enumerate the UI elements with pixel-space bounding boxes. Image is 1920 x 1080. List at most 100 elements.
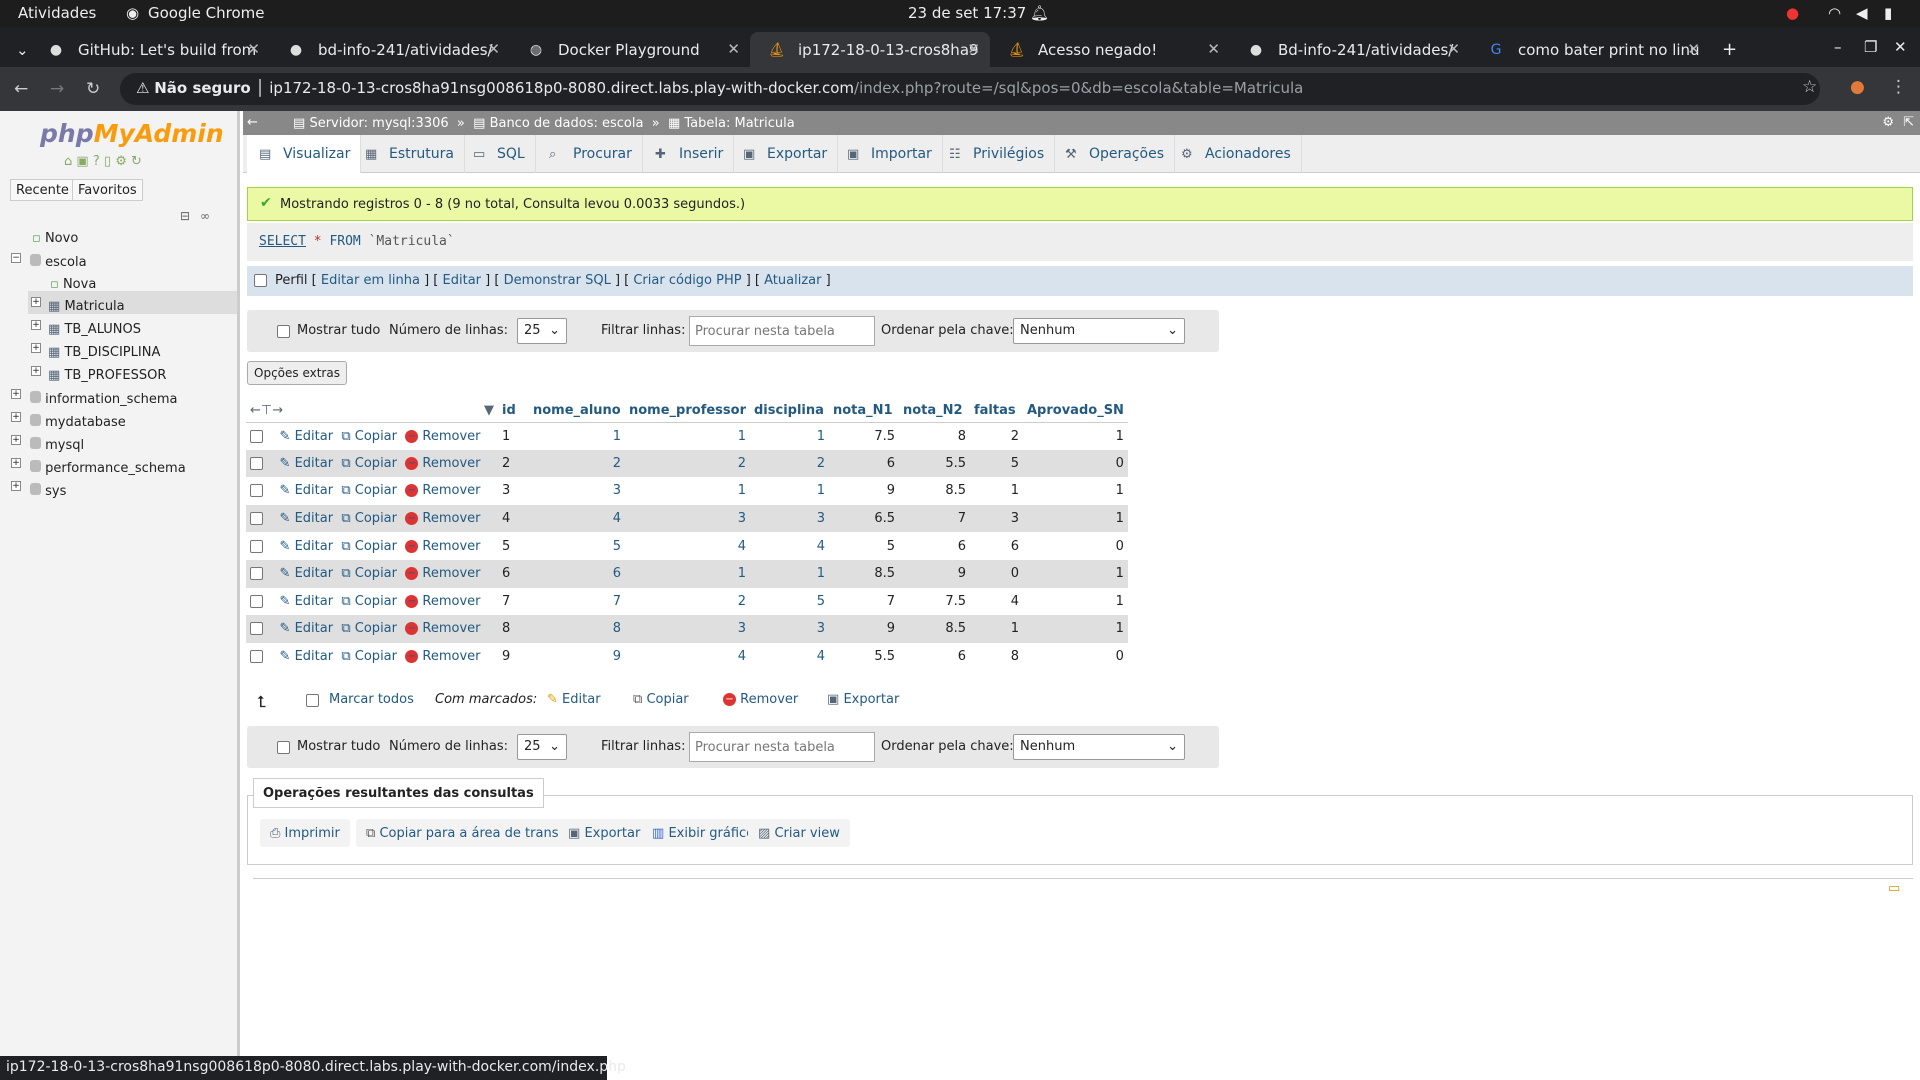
table-cell-nome-aluno[interactable]: 9	[529, 643, 625, 671]
console-icon[interactable]: ▭	[1888, 881, 1900, 896]
tab-phpmyadmin-active[interactable]: ⛵︎ ip172-18-0-13-cros8ha9 ✕	[750, 32, 990, 67]
tree-item-mysql[interactable]: mysql	[30, 437, 84, 453]
row-edit-button[interactable]: ✎ Editar	[280, 483, 334, 498]
show-chart-button[interactable]: ▥ Exibir gráfico	[642, 819, 765, 847]
link-explain-sql[interactable]: Demonstrar SQL	[504, 273, 611, 288]
wifi-icon[interactable]: ◠	[1828, 4, 1841, 22]
column-header-nome-professor[interactable]: nome_professor	[625, 400, 750, 423]
filter-input[interactable]: Procurar nesta tabela	[689, 732, 875, 762]
expand-icon[interactable]: +	[31, 320, 41, 330]
row-checkbox[interactable]	[250, 484, 263, 498]
profile-checkbox[interactable]	[254, 274, 267, 287]
close-icon[interactable]: ✕	[727, 40, 740, 58]
close-icon[interactable]: ✕	[1447, 40, 1460, 58]
check-all-checkbox[interactable]	[306, 694, 319, 707]
bulk-copy-button[interactable]: ⧉ Copiar	[633, 692, 689, 707]
active-app-label[interactable]: Google Chrome	[148, 4, 265, 22]
sql-query-box[interactable]: SELECT * FROM `Matricula`	[247, 223, 1913, 261]
table-cell-disciplina[interactable]: 4	[750, 643, 829, 671]
battery-icon[interactable]: ▮	[1884, 4, 1892, 22]
rows-select[interactable]: 25 ⌄	[517, 318, 567, 344]
tab-sql[interactable]: ▭ SQL	[461, 135, 536, 173]
row-delete-button[interactable]: − Remover	[405, 566, 481, 581]
order-select[interactable]: Nenhum ⌄	[1013, 318, 1185, 344]
link-refresh[interactable]: Atualizar	[764, 273, 821, 288]
back-icon[interactable]: ←	[14, 79, 28, 99]
tree-item-information-schema[interactable]: information_schema	[30, 391, 177, 407]
tab-estrutura[interactable]: ▦ Estrutura	[353, 135, 465, 173]
show-all-checkbox[interactable]	[277, 325, 290, 338]
tab-inserir[interactable]: ✚ Inserir	[643, 135, 735, 173]
table-cell-disciplina[interactable]: 3	[750, 504, 829, 533]
link-create-php[interactable]: Criar código PHP	[633, 273, 741, 288]
row-checkbox[interactable]	[250, 539, 263, 553]
breadcrumb-database[interactable]: Banco de dados: escola	[490, 116, 644, 131]
new-tab-button[interactable]: +	[1710, 32, 1750, 67]
table-cell-disciplina[interactable]: 5	[750, 588, 829, 616]
volume-icon[interactable]: ◀	[1856, 4, 1868, 22]
table-cell-nome-professor[interactable]: 1	[625, 477, 750, 505]
show-all-label[interactable]: Mostrar tudo	[297, 739, 380, 754]
row-delete-button[interactable]: − Remover	[405, 511, 481, 526]
expand-icon[interactable]: +	[11, 389, 21, 399]
rows-select[interactable]: 25 ⌄	[517, 734, 567, 760]
close-icon[interactable]: ✕	[487, 40, 500, 58]
row-checkbox[interactable]	[250, 594, 263, 608]
row-edit-button[interactable]: ✎ Editar	[280, 511, 334, 526]
row-copy-button[interactable]: ⧉ Copiar	[341, 429, 397, 444]
tab-docker[interactable]: ◍ Docker Playground ✕	[510, 32, 750, 67]
row-copy-button[interactable]: ⧉ Copiar	[341, 456, 397, 471]
check-all-label[interactable]: Marcar todos	[329, 692, 414, 707]
order-select[interactable]: Nenhum ⌄	[1013, 734, 1185, 760]
row-checkbox[interactable]	[250, 512, 263, 526]
tab-acesso-negado[interactable]: ⛵︎ Acesso negado! ✕	[990, 32, 1230, 67]
arrows-icon[interactable]: ←⊤→	[250, 403, 283, 418]
table-cell-nome-professor[interactable]: 2	[625, 588, 750, 616]
column-header-faltas[interactable]: faltas	[970, 400, 1023, 423]
table-cell-nome-aluno[interactable]: 4	[529, 504, 625, 533]
tab-operacoes[interactable]: ⚒ Operações	[1053, 135, 1176, 173]
row-checkbox[interactable]	[250, 456, 263, 470]
table-cell-nome-aluno[interactable]: 6	[529, 559, 625, 588]
bulk-edit-button[interactable]: ✎ Editar	[547, 692, 601, 707]
row-checkbox[interactable]	[250, 567, 263, 581]
row-copy-button[interactable]: ⧉ Copiar	[341, 566, 397, 581]
more-menu-icon[interactable]: ⋮	[1890, 77, 1907, 97]
row-edit-button[interactable]: ✎ Editar	[280, 621, 334, 636]
table-cell-disciplina[interactable]: 3	[750, 615, 829, 643]
table-cell-nome-professor[interactable]: 3	[625, 504, 750, 533]
bookmark-star-icon[interactable]: ☆	[1802, 77, 1817, 97]
table-cell-disciplina[interactable]: 4	[750, 532, 829, 560]
table-cell-nome-professor[interactable]: 4	[625, 643, 750, 671]
recent-button[interactable]: Recente	[10, 179, 75, 201]
collapse-nav-icon[interactable]: ←	[247, 115, 258, 130]
table-cell-nome-aluno[interactable]: 7	[529, 588, 625, 616]
tab-privilegios[interactable]: ☷ Privilégios	[937, 135, 1056, 173]
close-icon[interactable]: ✕	[967, 40, 980, 58]
avatar[interactable]: ●	[1850, 77, 1865, 97]
table-cell-nome-aluno[interactable]: 1	[529, 422, 625, 450]
clock[interactable]: 23 de set 17:37	[908, 4, 1026, 22]
breadcrumb-table[interactable]: Tabela: Matricula	[684, 116, 794, 131]
tab-bd-info[interactable]: ● bd-info-241/atividades/✕	[270, 32, 510, 67]
tree-item-nova[interactable]: ▫ Nova	[50, 277, 96, 292]
expand-icon[interactable]: +	[11, 458, 21, 468]
row-delete-button[interactable]: − Remover	[405, 594, 481, 609]
docs-icon[interactable]: ▯	[104, 154, 111, 169]
close-window-button[interactable]: ✕	[1886, 32, 1916, 67]
fullscreen-icon[interactable]: ⇱	[1903, 115, 1914, 130]
row-edit-button[interactable]: ✎ Editar	[280, 539, 334, 554]
show-all-label[interactable]: Mostrar tudo	[297, 323, 380, 338]
link-edit[interactable]: Editar	[443, 273, 482, 288]
table-cell-nome-professor[interactable]: 4	[625, 532, 750, 560]
expand-icon[interactable]: +	[11, 412, 21, 422]
phpmyadmin-logo[interactable]: phpMyAdmin	[40, 119, 224, 148]
breadcrumb-server[interactable]: Servidor: mysql:3306	[309, 116, 448, 131]
row-copy-button[interactable]: ⧉ Copiar	[341, 483, 397, 498]
logout-icon[interactable]: ▣	[76, 154, 88, 169]
home-icon[interactable]: ⌂	[64, 154, 72, 169]
table-cell-nome-aluno[interactable]: 5	[529, 532, 625, 560]
tab-exportar[interactable]: ▣ Exportar	[731, 135, 839, 173]
help-icon[interactable]: ?	[93, 154, 100, 169]
tab-procurar[interactable]: ⌕ Procurar	[537, 135, 643, 173]
